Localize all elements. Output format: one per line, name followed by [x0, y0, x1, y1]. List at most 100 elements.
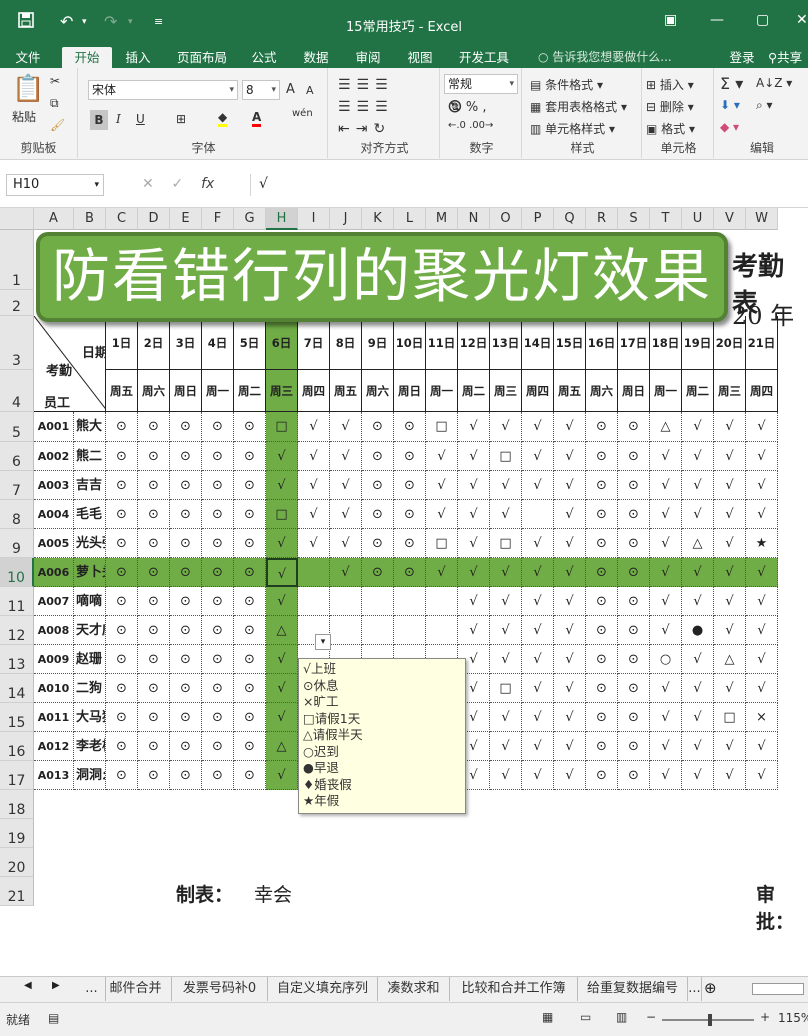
weekday-header[interactable]: 周四 — [522, 370, 554, 412]
attendance-cell[interactable]: ⊙ — [106, 471, 138, 500]
attendance-cell[interactable]: ⊙ — [170, 412, 202, 442]
attendance-cell[interactable]: √ — [458, 500, 490, 529]
attendance-cell[interactable] — [298, 558, 330, 587]
day-header[interactable]: 3日 — [170, 316, 202, 370]
attendance-cell[interactable]: √ — [682, 558, 714, 587]
column-header[interactable]: P — [522, 208, 554, 230]
weekday-header[interactable]: 周六 — [138, 370, 170, 412]
attendance-cell[interactable]: ⊙ — [138, 587, 170, 616]
day-header[interactable]: 5日 — [234, 316, 266, 370]
attendance-cell[interactable]: ⊙ — [138, 616, 170, 645]
attendance-cell[interactable]: √ — [714, 442, 746, 471]
tab-review[interactable]: 审阅 — [348, 47, 388, 68]
macro-record-icon[interactable]: ▤ — [48, 1011, 59, 1025]
cell-styles-button[interactable]: ▥ 单元格样式 ▾ — [530, 120, 615, 137]
attendance-cell[interactable]: ⊙ — [170, 732, 202, 761]
weekday-header[interactable]: 周日 — [618, 370, 650, 412]
day-header[interactable]: 16日 — [586, 316, 618, 370]
column-header[interactable]: E — [170, 208, 202, 230]
attendance-cell[interactable] — [330, 587, 362, 616]
attendance-cell[interactable]: √ — [490, 500, 522, 529]
attendance-cell[interactable]: ⊙ — [234, 412, 266, 442]
horizontal-scrollbar[interactable] — [752, 983, 804, 995]
weekday-header[interactable]: 周日 — [394, 370, 426, 412]
attendance-cell[interactable]: ⊙ — [106, 616, 138, 645]
column-header[interactable]: C — [106, 208, 138, 230]
employee-id[interactable]: A004 — [34, 500, 74, 529]
attendance-cell[interactable]: ⊙ — [106, 674, 138, 703]
paste-button[interactable]: 粘贴 — [12, 108, 36, 125]
column-header[interactable]: F — [202, 208, 234, 230]
scroll-right-icon[interactable]: ▶ — [52, 980, 60, 991]
attendance-cell[interactable]: ⊙ — [138, 442, 170, 471]
weekday-header[interactable]: 周六 — [362, 370, 394, 412]
employee-name[interactable]: 大马猴 — [74, 703, 106, 732]
attendance-cell[interactable]: ⊙ — [202, 412, 234, 442]
attendance-cell[interactable]: ⊙ — [170, 703, 202, 732]
day-header[interactable]: 4日 — [202, 316, 234, 370]
employee-id[interactable]: A011 — [34, 703, 74, 732]
attendance-cell[interactable]: √ — [522, 587, 554, 616]
insert-cells-button[interactable]: ⊞ 插入 ▾ — [646, 76, 694, 93]
attendance-cell[interactable]: √ — [266, 645, 298, 674]
dropdown-option[interactable]: ●早退 — [303, 760, 461, 777]
weekday-header[interactable]: 周日 — [170, 370, 202, 412]
attendance-cell[interactable]: ⊙ — [170, 558, 202, 587]
dropdown-option[interactable]: ★年假 — [303, 793, 461, 810]
attendance-cell[interactable] — [426, 587, 458, 616]
attendance-cell[interactable]: △ — [266, 616, 298, 645]
attendance-cell[interactable]: ⊙ — [170, 529, 202, 558]
attendance-cell[interactable]: √ — [266, 442, 298, 471]
attendance-cell[interactable]: ⊙ — [234, 616, 266, 645]
attendance-cell[interactable]: √ — [714, 616, 746, 645]
column-header[interactable]: A — [34, 208, 74, 230]
attendance-cell[interactable]: □ — [714, 703, 746, 732]
attendance-cell[interactable]: √ — [746, 616, 778, 645]
attendance-cell[interactable]: ⊙ — [362, 558, 394, 587]
attendance-cell[interactable]: √ — [650, 703, 682, 732]
attendance-cell[interactable]: ⊙ — [586, 732, 618, 761]
attendance-cell[interactable]: ⊙ — [202, 645, 234, 674]
share-button[interactable]: ⚲共享 — [768, 47, 808, 68]
login-link[interactable]: 登录 — [724, 47, 760, 68]
attendance-cell[interactable]: √ — [458, 471, 490, 500]
row-header[interactable]: 6 — [0, 442, 34, 471]
attendance-cell[interactable]: √ — [426, 500, 458, 529]
attendance-cell[interactable]: √ — [682, 674, 714, 703]
attendance-cell[interactable]: √ — [522, 761, 554, 790]
dropdown-option[interactable]: △请假半天 — [303, 727, 461, 744]
attendance-cell[interactable]: □ — [426, 529, 458, 558]
zoom-level[interactable]: 115% — [778, 1011, 808, 1025]
column-header[interactable]: S — [618, 208, 650, 230]
employee-name[interactable]: 萝卜头 — [74, 558, 106, 587]
attendance-cell[interactable]: ⊙ — [202, 761, 234, 790]
attendance-cell[interactable]: √ — [266, 703, 298, 732]
employee-name[interactable]: 熊二 — [74, 442, 106, 471]
name-box[interactable]: H10 ▾ — [6, 174, 104, 196]
attendance-cell[interactable]: ⊙ — [394, 500, 426, 529]
sheet-tab[interactable]: 邮件合并 — [100, 977, 172, 1001]
attendance-cell[interactable]: ● — [682, 616, 714, 645]
font-color-icon[interactable]: A — [252, 110, 262, 127]
employee-name[interactable]: 毛毛 — [74, 500, 106, 529]
attendance-cell[interactable]: √ — [426, 471, 458, 500]
attendance-cell[interactable]: ⊙ — [234, 471, 266, 500]
day-header[interactable]: 13日 — [490, 316, 522, 370]
attendance-cell[interactable]: √ — [554, 442, 586, 471]
employee-id[interactable]: A009 — [34, 645, 74, 674]
attendance-cell[interactable] — [522, 500, 554, 529]
attendance-cell[interactable]: √ — [490, 703, 522, 732]
attendance-cell[interactable]: ⊙ — [106, 412, 138, 442]
attendance-cell[interactable]: △ — [682, 529, 714, 558]
attendance-cell[interactable]: √ — [746, 761, 778, 790]
maximize-icon[interactable]: ▢ — [756, 12, 769, 28]
attendance-cell[interactable]: √ — [266, 587, 298, 616]
formula-input[interactable]: √ — [250, 174, 808, 196]
ribbon-display-icon[interactable]: ▣ — [664, 12, 677, 28]
attendance-cell[interactable]: ⊙ — [362, 529, 394, 558]
row-header[interactable]: 3 — [0, 316, 34, 370]
attendance-cell[interactable] — [330, 616, 362, 645]
employee-id[interactable]: A010 — [34, 674, 74, 703]
attendance-cell[interactable]: √ — [714, 587, 746, 616]
attendance-cell[interactable]: √ — [298, 471, 330, 500]
